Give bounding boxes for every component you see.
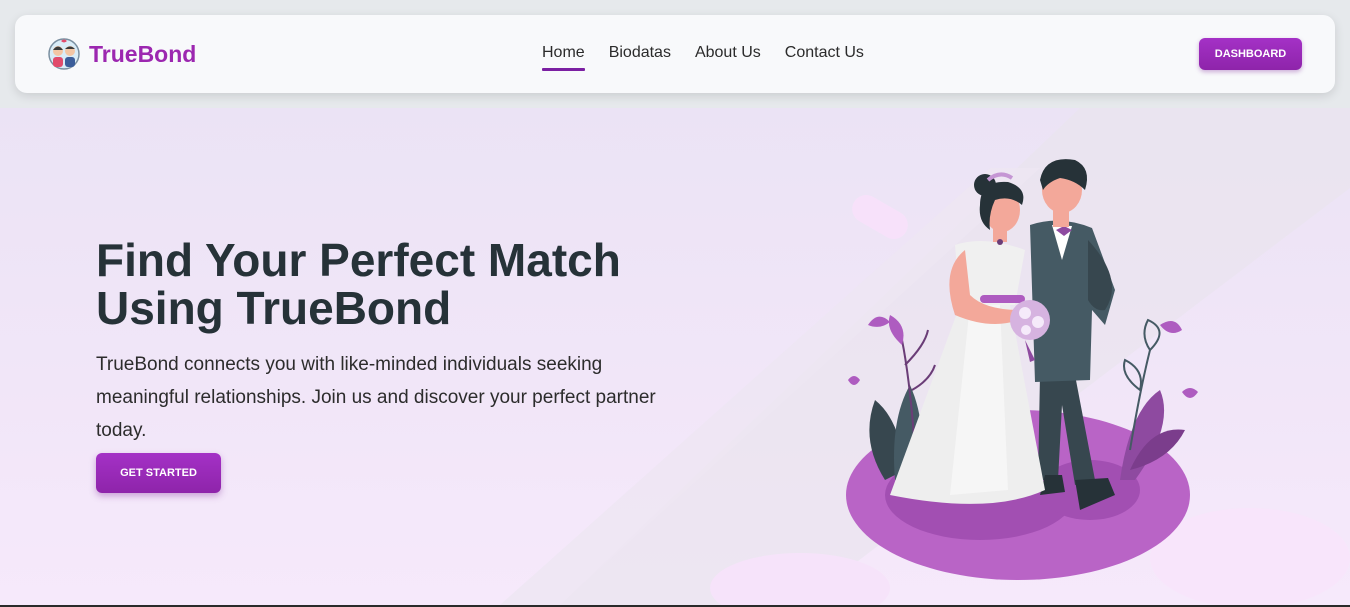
- nav-home[interactable]: Home: [542, 44, 585, 71]
- nav-contact-us[interactable]: Contact Us: [785, 44, 864, 66]
- hero-description: TrueBond connects you with like-minded i…: [96, 354, 656, 441]
- nav-links: Home Biodatas About Us Contact Us: [542, 44, 888, 71]
- brand[interactable]: TrueBond: [47, 37, 196, 71]
- couple-logo-icon: [48, 38, 80, 70]
- dashboard-button[interactable]: DASHBOARD: [1199, 38, 1302, 70]
- hero-title: Find Your Perfect Match Using TrueBond: [96, 236, 716, 332]
- nav-about-us[interactable]: About Us: [695, 44, 761, 66]
- wedding-couple-illustration: [846, 159, 1198, 580]
- brand-name: TrueBond: [89, 40, 197, 67]
- nav-biodatas[interactable]: Biodatas: [609, 44, 671, 66]
- top-navbar: TrueBond Home Biodatas About Us Contact …: [15, 15, 1335, 93]
- get-started-button[interactable]: GET STARTED: [96, 453, 221, 493]
- hero-title-line-1: Find Your Perfect Match: [96, 234, 621, 286]
- hero-title-line-2: Using TrueBond: [96, 282, 452, 334]
